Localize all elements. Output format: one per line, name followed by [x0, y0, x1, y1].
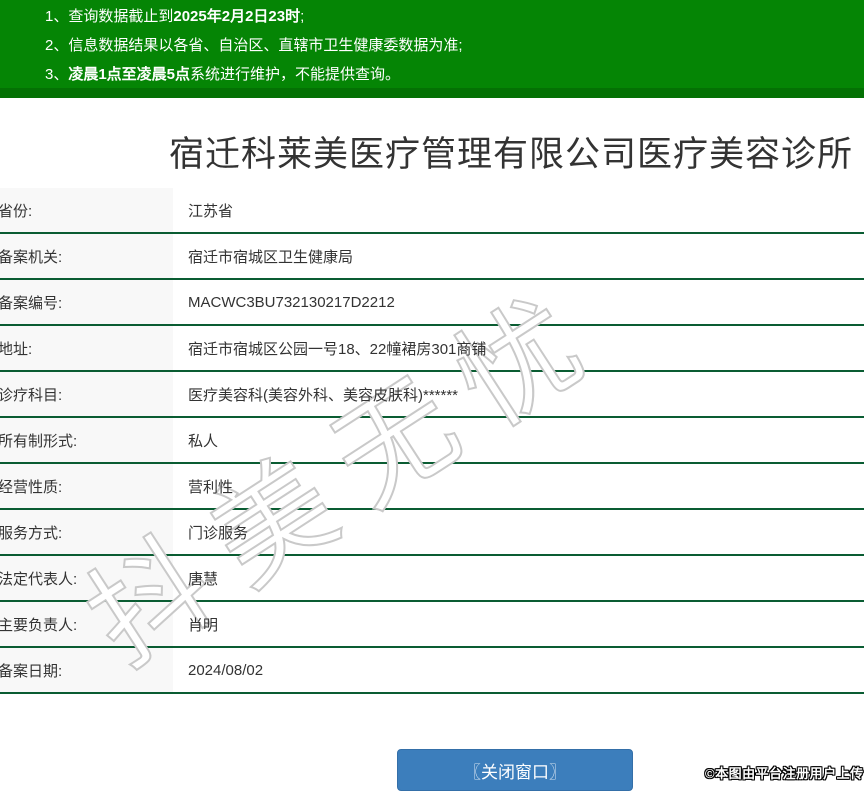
table-row: 备案日期: 2024/08/02: [0, 648, 864, 694]
notice-item: 2、信息数据结果以各省、自治区、直辖市卫生健康委数据为准;: [0, 31, 864, 60]
field-value: 唐慧: [188, 570, 219, 588]
table-row: 所有制形式: 私人: [0, 418, 864, 464]
copyright-watermark: ©本图由平台注册用户上传: [705, 766, 864, 781]
institution-info-table: 省份: 江苏省 备案机关: 宿迁市宿城区卫生健康局 备案编号: MACWC3BU…: [0, 188, 864, 694]
table-row: 地址: 宿迁市宿城区公园一号18、22幢裙房301商铺: [0, 326, 864, 372]
field-value: 医疗美容科(美容外科、美容皮肤科)******: [188, 386, 459, 404]
table-row: 服务方式: 门诊服务: [0, 510, 864, 556]
close-window-button[interactable]: 〖关闭窗口〗: [397, 749, 633, 791]
field-label: 备案编号:: [0, 280, 173, 324]
notice-text-bold: 2025年2月2日23时: [173, 8, 301, 25]
notice-text-pre: 信息数据结果以各省、自治区、直辖市卫生健康委数据为准;: [68, 37, 463, 54]
field-label: 诊疗科目:: [0, 372, 173, 416]
table-row: 省份: 江苏省: [0, 188, 864, 234]
notice-banner: 1、查询数据截止到2025年2月2日23时; 2、信息数据结果以各省、自治区、直…: [0, 0, 864, 98]
field-value: 私人: [188, 432, 219, 450]
table-row: 备案编号: MACWC3BU732130217D2212: [0, 280, 864, 326]
field-label: 备案日期:: [0, 648, 173, 692]
notice-item: 1、查询数据截止到2025年2月2日23时;: [0, 2, 864, 31]
notice-text-bold: 凌晨1点至凌晨5点: [68, 66, 191, 83]
field-value: 2024/08/02: [188, 661, 264, 679]
field-label: 省份:: [0, 188, 173, 232]
page-title: 宿迁科莱美医疗管理有限公司医疗美容诊所: [168, 135, 854, 174]
field-value: MACWC3BU732130217D2212: [188, 293, 395, 311]
field-label: 法定代表人:: [0, 556, 173, 600]
field-value: 宿迁市宿城区卫生健康局: [188, 248, 354, 266]
field-value: 营利性: [188, 478, 234, 496]
table-row: 诊疗科目: 医疗美容科(美容外科、美容皮肤科)******: [0, 372, 864, 418]
table-row: 法定代表人: 唐慧: [0, 556, 864, 602]
notice-number: 2、: [45, 37, 69, 54]
field-label: 经营性质:: [0, 464, 173, 508]
notice-item: 3、凌晨1点至凌晨5点系统进行维护，不能提供查询。: [0, 60, 864, 88]
notice-text-post: 系统进行维护，不能提供查询。: [190, 66, 401, 83]
field-label: 主要负责人:: [0, 602, 173, 646]
table-row: 主要负责人: 肖明: [0, 602, 864, 648]
field-label: 所有制形式:: [0, 418, 173, 462]
notice-text-pre: 查询数据截止到: [68, 8, 174, 25]
field-label: 地址:: [0, 326, 173, 370]
field-value: 宿迁市宿城区公园一号18、22幢裙房301商铺: [188, 340, 487, 358]
notice-number: 3、: [45, 66, 69, 83]
table-row: 备案机关: 宿迁市宿城区卫生健康局: [0, 234, 864, 280]
field-value: 肖明: [188, 616, 219, 634]
field-value: 江苏省: [188, 202, 234, 220]
field-value: 门诊服务: [188, 524, 249, 542]
field-label: 服务方式:: [0, 510, 173, 554]
notice-number: 1、: [45, 8, 69, 25]
notice-text-post: ;: [300, 8, 305, 25]
table-row: 经营性质: 营利性: [0, 464, 864, 510]
field-label: 备案机关:: [0, 234, 173, 278]
